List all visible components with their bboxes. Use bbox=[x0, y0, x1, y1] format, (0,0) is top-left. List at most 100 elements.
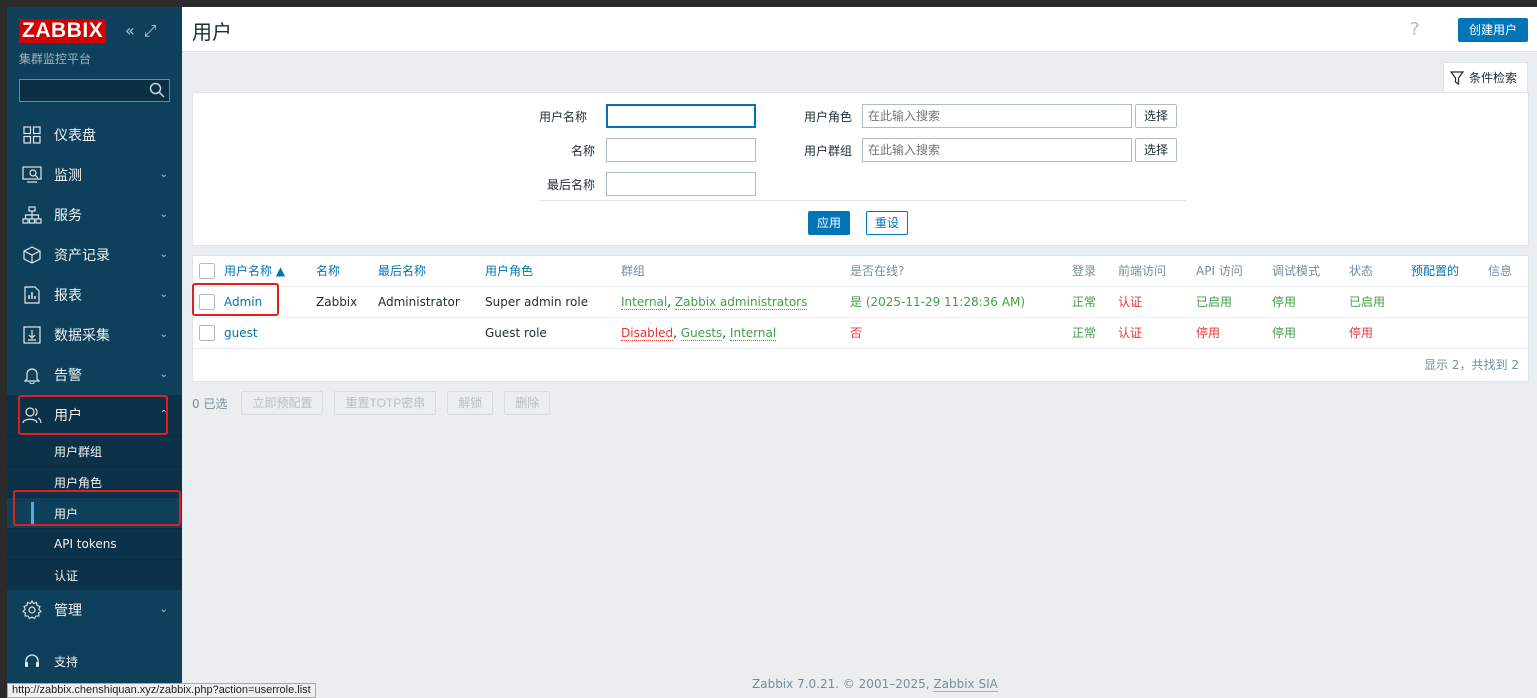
menu-label: 报表 bbox=[54, 288, 82, 304]
login-status: 正常 bbox=[1072, 326, 1097, 340]
row-checkbox[interactable] bbox=[199, 294, 215, 310]
chevron-down-icon: ⌄ bbox=[159, 249, 168, 260]
delete-button[interactable]: 删除 bbox=[504, 391, 551, 415]
lastname-cell: Administrator bbox=[378, 295, 460, 309]
group-link[interactable]: Internal bbox=[621, 295, 668, 310]
api-access[interactable]: 已启用 bbox=[1196, 287, 1232, 318]
col-groups: 群组 bbox=[621, 264, 646, 278]
menu-item-administration[interactable]: 管理 ⌄ bbox=[7, 590, 182, 630]
user-status[interactable]: 已启用 bbox=[1349, 287, 1385, 318]
data-collection-icon bbox=[22, 325, 42, 345]
menu-item-users[interactable]: 用户 ⌃ bbox=[7, 395, 182, 435]
online-cell: 否 bbox=[850, 326, 863, 340]
col-name[interactable]: 名称 bbox=[316, 256, 340, 287]
gear-icon bbox=[22, 600, 42, 620]
chevron-down-icon: ⌄ bbox=[159, 169, 168, 180]
users-submenu: 用户群组 用户角色 用户 API tokens 认证 bbox=[7, 435, 182, 590]
menu-label: 监测 bbox=[54, 168, 82, 184]
debug-mode[interactable]: 停用 bbox=[1272, 287, 1296, 318]
group-separator: , bbox=[673, 326, 681, 340]
name-filter-input[interactable] bbox=[606, 138, 756, 162]
chevron-down-icon: ⌄ bbox=[159, 329, 168, 340]
menu-item-services[interactable]: 服务 ⌄ bbox=[7, 195, 182, 235]
username-filter-input[interactable] bbox=[606, 104, 756, 128]
reset-button[interactable]: 重设 bbox=[866, 211, 909, 235]
zabbix-logo[interactable]: ZABBIX bbox=[19, 19, 107, 43]
provision-now-button[interactable]: 立即预配置 bbox=[241, 391, 324, 415]
select-all-checkbox[interactable] bbox=[199, 263, 215, 279]
dashboard-icon bbox=[22, 125, 42, 145]
table-row: guest Guest role Disabled, Guests, Inter… bbox=[193, 318, 1528, 349]
col-debug: 调试模式 bbox=[1272, 264, 1321, 278]
group-link[interactable]: Disabled bbox=[621, 326, 674, 341]
user-group-filter-input[interactable] bbox=[862, 138, 1132, 162]
username-link[interactable]: guest bbox=[224, 318, 258, 349]
user-group-label: 用户群组 bbox=[804, 144, 853, 158]
groups-cell: Internal, Zabbix administrators bbox=[621, 287, 808, 318]
chevron-down-icon: ⌄ bbox=[159, 604, 168, 615]
filter-panel: 用户名称 名称 最后名称 用户角色 选择 用户群组 选择 应用 重设 bbox=[192, 92, 1529, 246]
sidebar-search-input[interactable] bbox=[19, 79, 170, 102]
user-role-select-button[interactable]: 选择 bbox=[1135, 104, 1178, 128]
chevron-down-icon: ⌄ bbox=[159, 209, 168, 220]
filter-icon bbox=[1450, 70, 1464, 85]
username-link[interactable]: Admin bbox=[224, 287, 262, 318]
browser-status-url: http://zabbix.chenshiquan.xyz/zabbix.php… bbox=[7, 683, 316, 698]
menu-item-inventory[interactable]: 资产记录 ⌄ bbox=[7, 235, 182, 275]
lastname-filter-input[interactable] bbox=[606, 172, 756, 196]
unblock-button[interactable]: 解锁 bbox=[447, 391, 494, 415]
reports-icon bbox=[22, 285, 42, 305]
search-icon[interactable] bbox=[149, 82, 165, 98]
col-login: 登录 bbox=[1072, 264, 1097, 278]
reset-totp-button[interactable]: 重置TOTP密串 bbox=[334, 391, 437, 415]
kiosk-mode-icon[interactable]: ⤢ bbox=[144, 21, 157, 41]
menu-item-monitoring[interactable]: 监测 ⌄ bbox=[7, 155, 182, 195]
submenu-item-authentication[interactable]: 认证 bbox=[7, 559, 182, 590]
chevron-up-icon: ⌃ bbox=[159, 409, 168, 420]
user-group-select-button[interactable]: 选择 bbox=[1135, 138, 1178, 162]
inventory-icon bbox=[22, 245, 42, 265]
login-status: 正常 bbox=[1072, 295, 1097, 309]
api-access[interactable]: 停用 bbox=[1196, 318, 1220, 349]
filter-tab-label: 条件检索 bbox=[1469, 71, 1518, 85]
chevron-down-icon: ⌄ bbox=[159, 369, 168, 380]
help-icon[interactable]: ? bbox=[1410, 19, 1420, 40]
menu-label: 仪表盘 bbox=[54, 128, 96, 144]
page-header: 用户 ? 创建用户 bbox=[182, 7, 1537, 52]
submenu-item-user-groups[interactable]: 用户群组 bbox=[7, 435, 182, 466]
group-link[interactable]: Guests bbox=[680, 326, 723, 341]
submenu-item-user-roles[interactable]: 用户角色 bbox=[7, 466, 182, 497]
menu-label: 数据采集 bbox=[54, 328, 110, 344]
role-cell: Guest role bbox=[485, 326, 547, 340]
debug-mode[interactable]: 停用 bbox=[1272, 318, 1296, 349]
server-name: 集群监控平台 bbox=[19, 52, 92, 66]
menu-item-data-collection[interactable]: 数据采集 ⌄ bbox=[7, 315, 182, 355]
submenu-item-users[interactable]: 用户 bbox=[7, 497, 182, 528]
table-row: Admin Zabbix Administrator Super admin r… bbox=[193, 287, 1528, 318]
col-role[interactable]: 用户角色 bbox=[485, 256, 533, 287]
online-cell: 是 (2025-11-29 11:28:36 AM) bbox=[850, 295, 1026, 309]
menu-label: 用户 bbox=[54, 408, 82, 424]
menu-item-alerts[interactable]: 告警 ⌄ bbox=[7, 355, 182, 395]
group-link[interactable]: Internal bbox=[729, 326, 777, 341]
groups-cell: Disabled, Guests, Internal bbox=[621, 318, 777, 349]
menu-item-dashboard[interactable]: 仪表盘 bbox=[7, 115, 182, 155]
footer: Zabbix 7.0.21. © 2001–2025, Zabbix SIA bbox=[752, 677, 998, 692]
menu-label: 资产记录 bbox=[54, 248, 110, 264]
col-lastname[interactable]: 最后名称 bbox=[378, 256, 426, 287]
menu-item-support[interactable]: 支持 bbox=[22, 651, 78, 671]
menu-item-reports[interactable]: 报表 ⌄ bbox=[7, 275, 182, 315]
group-link[interactable]: Zabbix administrators bbox=[674, 295, 808, 310]
user-status[interactable]: 停用 bbox=[1349, 318, 1373, 349]
filter-tab[interactable]: 条件检索 bbox=[1443, 62, 1528, 92]
collapse-sidebar-icon[interactable]: « bbox=[125, 21, 135, 41]
submenu-item-api-tokens[interactable]: API tokens bbox=[7, 528, 182, 559]
apply-button[interactable]: 应用 bbox=[808, 211, 851, 235]
col-provisioned[interactable]: 预配置的 bbox=[1411, 256, 1459, 287]
create-user-button[interactable]: 创建用户 bbox=[1458, 18, 1529, 42]
user-role-filter-input[interactable] bbox=[862, 104, 1132, 128]
zabbix-sia-link[interactable]: Zabbix SIA bbox=[933, 677, 998, 692]
row-checkbox[interactable] bbox=[199, 325, 215, 341]
col-username[interactable]: 用户名称 ▲ bbox=[224, 256, 285, 287]
footer-text: Zabbix 7.0.21. © 2001–2025, bbox=[752, 677, 930, 691]
